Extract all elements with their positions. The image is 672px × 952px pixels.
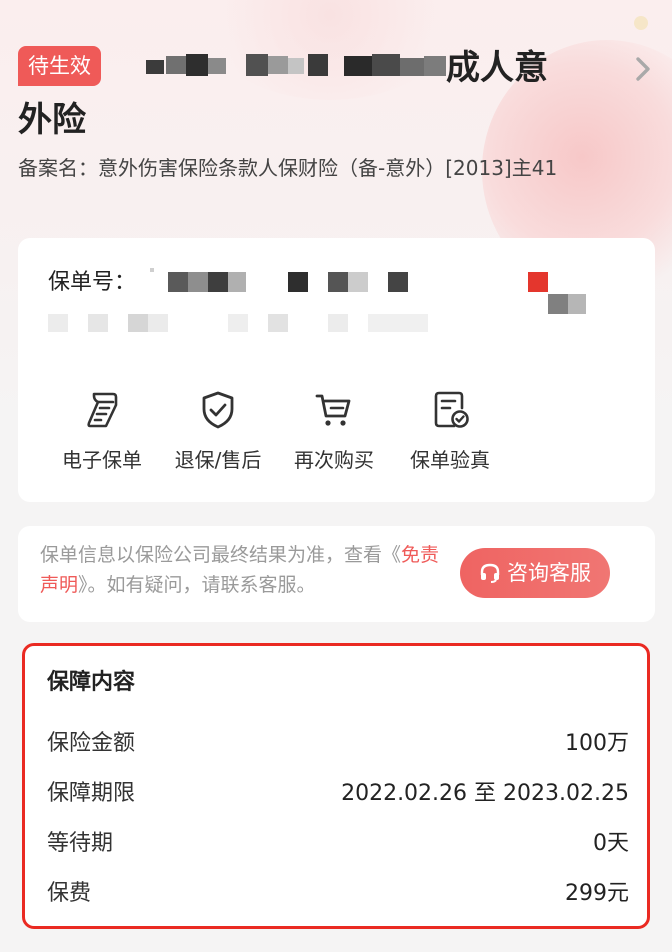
coverage-row-premium: 保费 299元 — [47, 874, 629, 914]
customer-service-button[interactable]: 咨询客服 — [460, 548, 610, 598]
shield-check-icon — [202, 391, 234, 429]
coverage-value: 100万 — [565, 731, 629, 756]
background-decoration — [200, 0, 460, 100]
coverage-value: 0天 — [593, 831, 629, 856]
receipt-icon — [87, 392, 118, 428]
chevron-right-icon[interactable] — [628, 54, 658, 84]
policy-title-tail: 成人意 — [446, 48, 548, 88]
coverage-label: 等待期 — [47, 831, 114, 856]
surrender-aftersales-button[interactable]: 退保/售后 — [160, 388, 276, 473]
status-badge: 待生效 — [18, 46, 101, 86]
notice-text-after: 》。如有疑问，请联系客服。 — [78, 574, 316, 596]
cart-icon — [315, 394, 351, 426]
surrender-aftersales-label: 退保/售后 — [174, 448, 262, 472]
coverage-value: 299元 — [565, 881, 629, 906]
coverage-row-sum-insured: 保险金额 100万 — [47, 724, 629, 764]
coverage-label: 保险金额 — [47, 731, 136, 756]
background-decoration — [634, 16, 648, 30]
customer-service-label: 咨询客服 — [507, 561, 591, 585]
coverage-row-period: 保障期限 2022.02.26 至 2023.02.25 — [47, 774, 629, 814]
buy-again-button[interactable]: 再次购买 — [276, 388, 392, 473]
verify-policy-button[interactable]: 保单验真 — [392, 388, 508, 473]
coverage-value: 2022.02.26 至 2023.02.25 — [341, 781, 629, 806]
coverage-label: 保障期限 — [47, 781, 136, 806]
coverage-title: 保障内容 — [47, 670, 136, 695]
coverage-card: 保障内容 保险金额 100万 保障期限 2022.02.26 至 2023.02… — [22, 643, 650, 929]
policy-actions: 电子保单 退保/售后 再次购买 保单验真 — [44, 388, 508, 473]
policy-title-line2: 外险 — [18, 100, 86, 140]
notice-text: 保单信息以保险公司最终结果为准，查看《免责声明》。如有疑问，请联系客服。 — [40, 540, 450, 600]
policy-card: 保单号： 电子保单 退保/售后 再次购买 保单验真 — [18, 238, 655, 502]
filing-name: 备案名：意外伤害保险条款人保财险（备-意外）[2013]主41 — [18, 156, 558, 180]
e-policy-button[interactable]: 电子保单 — [44, 388, 160, 473]
policy-detail-page: 待生效 成人意 外险 备案名：意外伤害保险条款人保财险（备-意外）[2013]主… — [0, 0, 672, 952]
verify-policy-label: 保单验真 — [410, 448, 490, 472]
coverage-row-waiting-period: 等待期 0天 — [47, 824, 629, 864]
buy-again-label: 再次购买 — [294, 448, 374, 472]
document-verify-icon — [434, 391, 469, 428]
coverage-label: 保费 — [47, 881, 92, 906]
notice-text-before: 保单信息以保险公司最终结果为准，查看《 — [40, 544, 402, 566]
notice-card: 保单信息以保险公司最终结果为准，查看《免责声明》。如有疑问，请联系客服。 咨询客… — [18, 526, 655, 622]
e-policy-label: 电子保单 — [62, 448, 142, 472]
policy-number-label: 保单号： — [48, 270, 137, 295]
headset-icon — [480, 563, 500, 583]
